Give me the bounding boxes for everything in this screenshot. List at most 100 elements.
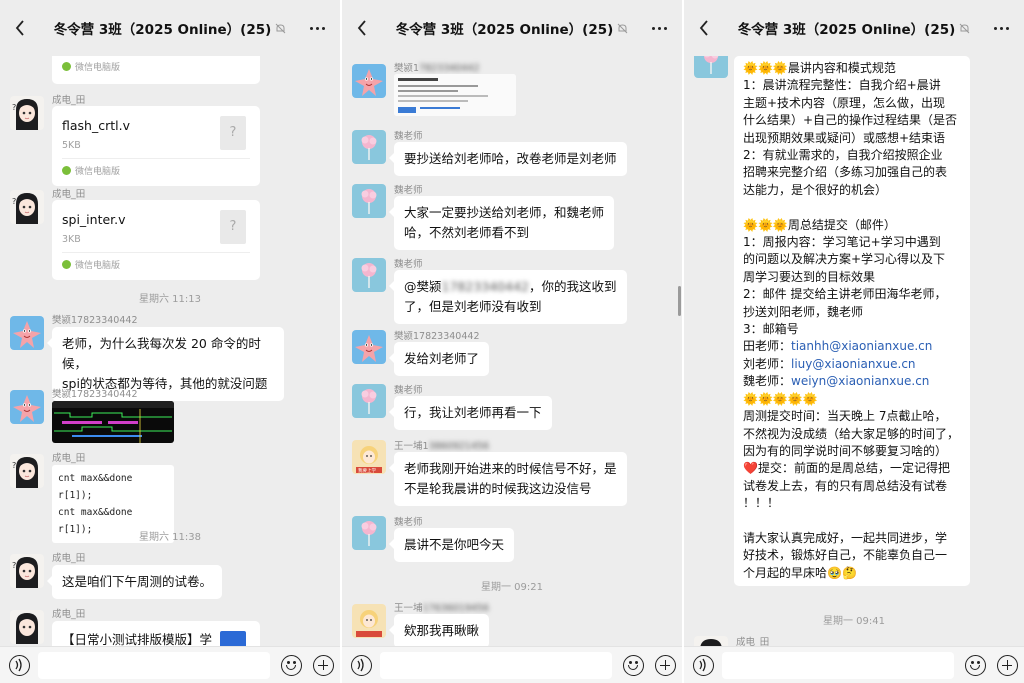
emoji-button[interactable]: [623, 655, 644, 676]
avatar-anime-girl[interactable]: [694, 636, 728, 646]
notice-line: 达能力，是个很好的机会）: [743, 182, 888, 197]
svg-text:?: ?: [12, 561, 16, 570]
avatar-patrick-star[interactable]: [10, 316, 44, 350]
notice-line: 主题+技术内容（原理，怎么做，出现: [743, 95, 946, 110]
notice-line: 试卷发上去，有的只有周总结没有试卷: [743, 478, 948, 493]
avatar-cotton-candy[interactable]: [352, 516, 386, 550]
avatar-cartoon-girl[interactable]: 我要上学: [352, 440, 386, 474]
sender-name: 成电_田: [52, 609, 86, 620]
message-bubble[interactable]: 发给刘老师了: [388, 342, 490, 376]
file-message-flash-crtl[interactable]: flash_crtl.v 5KB ? 微信电脑版: [52, 106, 260, 186]
sender-name: 成电_田: [52, 95, 86, 106]
email-link-wei[interactable]: weiyn@xiaonianxue.cn: [791, 374, 929, 388]
more-options-button[interactable]: [308, 18, 328, 38]
message-list[interactable]: 樊颍17823340442 魏老师 要抄送给刘老师哈，改卷老师是刘老师 魏老师 …: [342, 56, 682, 646]
avatar-cotton-candy[interactable]: [352, 258, 386, 292]
file-message[interactable]: 微信电脑版: [52, 56, 260, 84]
notice-line: 🌞🌞🌞周总结提交（邮件）: [743, 217, 896, 232]
avatar-cotton-candy[interactable]: [352, 384, 386, 418]
more-actions-button[interactable]: [655, 655, 676, 676]
sender-name: 魏老师: [394, 385, 423, 396]
message-input[interactable]: [38, 652, 270, 679]
back-button[interactable]: [352, 18, 372, 38]
back-button[interactable]: [10, 18, 30, 38]
sender-name: 魏老师: [394, 259, 423, 270]
message-bubble[interactable]: 这是咱们下午周测的试卷。: [46, 565, 223, 599]
notice-line: 周测提交时间：当天晚上 7点截止哈，: [743, 409, 947, 424]
message-bubble[interactable]: 要抄送给刘老师哈，改卷老师是刘老师: [389, 142, 627, 176]
avatar-anime-girl[interactable]: ?: [10, 96, 44, 130]
notice-line: 3：邮箱号: [743, 322, 799, 337]
mute-icon: [617, 19, 628, 38]
avatar-cartoon-girl[interactable]: [352, 604, 386, 638]
notice-line: [743, 199, 961, 216]
avatar-cotton-candy[interactable]: [694, 56, 728, 78]
chat-title: 冬令营 3班（2025 Online）(25): [395, 22, 614, 38]
avatar-cotton-candy[interactable]: [352, 184, 386, 218]
message-list[interactable]: 微信电脑版 ? 成电_田 flash_crtl.v 5KB ? 微信电脑版 ? …: [0, 56, 340, 646]
voice-input-button[interactable]: [693, 655, 714, 676]
svg-text:?: ?: [12, 103, 16, 112]
voice-input-button[interactable]: [351, 655, 372, 676]
avatar-patrick-star[interactable]: [352, 64, 386, 98]
scrollbar[interactable]: [678, 286, 681, 316]
chat-panel-2: 冬令营 3班（2025 Online）(25) 樊颍17823340442 魏老…: [342, 0, 682, 683]
message-bubble[interactable]: 老师我刚开始进来的时候信号不好，是 不是轮我晨讲的时候我这边没信号: [389, 452, 627, 506]
mute-icon: [959, 19, 970, 38]
more-options-button[interactable]: [992, 18, 1012, 38]
message-input[interactable]: [722, 652, 954, 679]
chat-panel-3: 冬令营 3班（2025 Online）(25) 🌞🌞🌞晨讲内容和模式规范 1：晨讲…: [684, 0, 1024, 683]
avatar-patrick-star[interactable]: [352, 330, 386, 364]
sender-name: 成电_田: [736, 637, 770, 646]
message-bubble[interactable]: 行，我让刘老师再看一下: [389, 396, 552, 430]
avatar-anime-girl[interactable]: ?: [10, 190, 44, 224]
chat-header: 冬令营 3班（2025 Online）(25): [0, 0, 340, 56]
svg-text:我要上学: 我要上学: [358, 467, 376, 474]
svg-text:?: ?: [12, 461, 16, 470]
mention-tag[interactable]: @樊颍: [404, 279, 442, 294]
file-source: 微信电脑版: [62, 258, 120, 271]
notice-line: ❤️提交：前面的是周总结，一定记得把: [743, 461, 950, 476]
document-message[interactable]: 【日常小测试排版模版】学: [52, 621, 260, 646]
message-list[interactable]: 🌞🌞🌞晨讲内容和模式规范 1：晨讲流程完整性：自我介绍+晨讲 主题+技术内容（原理，…: [684, 56, 1024, 646]
email-link-liu[interactable]: liuy@xiaonianxue.cn: [791, 357, 916, 371]
waveform-screenshot-image[interactable]: [52, 401, 174, 443]
emoji-button[interactable]: [281, 655, 302, 676]
avatar-cotton-candy[interactable]: [352, 130, 386, 164]
sender-name: 成电_田: [52, 189, 86, 200]
message-bubble[interactable]: @樊颍17823340442，你的我这收到 了，但是刘老师没有收到: [389, 270, 627, 324]
message-bubble[interactable]: 大家一定要抄送给刘老师，和魏老师 哈，不然刘老师看不到: [388, 196, 615, 250]
emoji-button[interactable]: [965, 655, 986, 676]
avatar-anime-girl[interactable]: ?: [10, 554, 44, 588]
notice-text: 🌞🌞🌞晨讲内容和模式规范 1：晨讲流程完整性：自我介绍+晨讲 主题+技术内容（原理，…: [743, 60, 961, 338]
sender-name: 王一埔13860921456: [394, 441, 489, 452]
back-button[interactable]: [694, 18, 714, 38]
avatar-anime-girl[interactable]: [10, 610, 44, 644]
notice-line: 🌞🌞🌞🌞🌞: [743, 391, 818, 406]
message-input[interactable]: [380, 652, 612, 679]
voice-icon: [357, 658, 364, 672]
more-actions-button[interactable]: [997, 655, 1018, 676]
chevron-left-icon: [15, 20, 24, 36]
email-screenshot-image[interactable]: [394, 74, 516, 116]
notice-line: 不然视为没成绩（给大家足够的时间了，: [743, 426, 960, 441]
more-actions-button[interactable]: [313, 655, 334, 676]
sender-name: 魏老师: [394, 131, 423, 142]
notice-line: 招聘来完整介绍（多练习加强自己的表: [743, 165, 948, 180]
message-bubble[interactable]: 欸那我再瞅瞅: [388, 614, 490, 646]
wechat-pc-icon: [62, 62, 71, 71]
sender-name: 樊颍17823340442: [394, 331, 480, 342]
message-bubble[interactable]: 晨讲不是你吧今天: [388, 528, 515, 562]
avatar-patrick-star[interactable]: [10, 390, 44, 424]
more-options-button[interactable]: [650, 18, 670, 38]
file-name: flash_crtl.v: [62, 118, 130, 133]
avatar-anime-girl[interactable]: ?: [10, 454, 44, 488]
notice-line: 的问题以及解决方案+学习心得以及下: [743, 252, 946, 267]
email-link-tian[interactable]: tianhh@xiaonianxue.cn: [791, 339, 932, 353]
file-message-spi-inter[interactable]: spi_inter.v 3KB ? 微信电脑版: [52, 200, 260, 280]
notice-line: 出现预期效果或疑问）或感想+结束语: [743, 130, 946, 145]
input-bar: [684, 646, 1024, 683]
file-source: 微信电脑版: [62, 164, 120, 177]
notice-message-bubble[interactable]: 🌞🌞🌞晨讲内容和模式规范 1：晨讲流程完整性：自我介绍+晨讲 主题+技术内容（原理，…: [734, 56, 970, 587]
voice-input-button[interactable]: [9, 655, 30, 676]
